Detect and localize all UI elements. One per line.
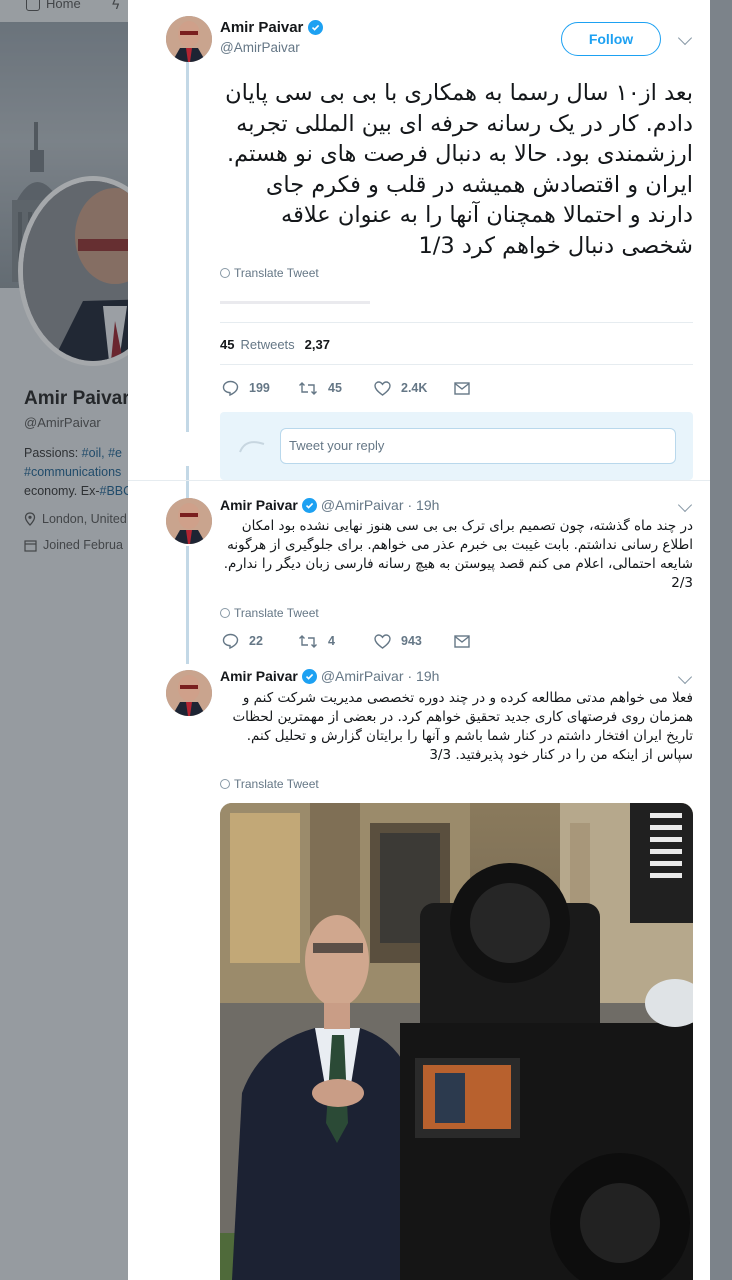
reply-button[interactable]: 199 [222, 380, 298, 396]
tweet-text: بعد از۱۰ سال رسما به همکاری با بی بی سی … [225, 80, 693, 259]
translate-tweet-link[interactable]: Translate Tweet [220, 266, 319, 280]
reply-button[interactable]: 22 [222, 633, 298, 649]
author-handle[interactable]: @AmirPaivar [220, 40, 300, 55]
main-tweet-actions: 199 45 2.4K [222, 380, 470, 396]
composer-avatar-icon [239, 441, 265, 453]
heart-icon [374, 633, 391, 649]
tweet-time[interactable]: · 19h [408, 668, 440, 684]
retweet-icon [299, 381, 317, 395]
retweet-button[interactable]: 45 [298, 381, 374, 396]
heart-icon [374, 380, 391, 396]
likes-count[interactable]: 2,37 [305, 337, 330, 352]
thread-connector [186, 546, 189, 664]
globe-icon [220, 608, 230, 618]
reply-icon [222, 380, 239, 396]
author-avatar[interactable] [166, 670, 212, 716]
author-avatar[interactable] [166, 498, 212, 544]
retweet-icon [299, 634, 317, 648]
author-name[interactable]: Amir Paivar [220, 19, 303, 36]
author-handle[interactable]: @AmirPaivar [321, 497, 404, 513]
thread-connector [186, 466, 189, 500]
envelope-icon [454, 634, 470, 648]
retweets-label[interactable]: Retweets [240, 337, 294, 352]
tweet-photo[interactable] [220, 803, 693, 1280]
tweet-detail-modal: Amir Paivar @AmirPaivar Follow بعد از۱۰ … [128, 0, 710, 1280]
chevron-down-icon[interactable] [677, 497, 693, 513]
reply-input[interactable]: Tweet your reply [280, 428, 676, 464]
tweet-time[interactable]: · 19h [408, 497, 440, 513]
divider [220, 322, 693, 323]
direct-message-button[interactable] [454, 381, 470, 395]
like-button[interactable]: 2.4K [374, 380, 454, 396]
direct-message-button[interactable] [454, 634, 470, 648]
chevron-down-icon[interactable] [677, 669, 693, 685]
follow-button[interactable]: Follow [561, 22, 661, 56]
author-avatar[interactable] [166, 16, 212, 62]
author-name[interactable]: Amir Paivar [220, 497, 298, 513]
author-name[interactable]: Amir Paivar [220, 668, 298, 684]
retweet-button[interactable]: 4 [298, 634, 374, 649]
chevron-down-icon[interactable] [677, 30, 693, 46]
reply-1-actions: 22 4 943 [222, 633, 470, 649]
like-button[interactable]: 943 [374, 633, 454, 649]
globe-icon [220, 779, 230, 789]
engagement-stats: 45 Retweets 2,37 [220, 337, 330, 352]
verified-icon [308, 20, 324, 35]
envelope-icon [454, 381, 470, 395]
tweet-header: Amir Paivar @AmirPaivar · 19h [220, 497, 439, 513]
tweet-text: فعلا می خواهم مدتی مطالعه کرده و در چند … [232, 690, 693, 763]
thread-connector [186, 62, 189, 432]
verified-icon [301, 668, 317, 684]
verified-icon [301, 497, 317, 513]
divider [220, 364, 693, 365]
faded-timestamp [220, 298, 480, 306]
tweet-header: Amir Paivar @AmirPaivar · 19h [220, 668, 439, 684]
reply-icon [222, 633, 239, 649]
translate-tweet-link[interactable]: Translate Tweet [220, 606, 319, 620]
divider [128, 480, 710, 481]
globe-icon [220, 268, 230, 278]
retweets-count[interactable]: 45 [220, 337, 234, 352]
tweet-text: در چند ماه گذشته، چون تصمیم برای ترک بی … [223, 518, 693, 591]
translate-tweet-link[interactable]: Translate Tweet [220, 777, 319, 791]
reply-composer: Tweet your reply [220, 412, 693, 480]
modal-backdrop-right[interactable] [710, 0, 732, 1280]
news-reporter-photo [220, 803, 693, 1280]
author-handle[interactable]: @AmirPaivar [321, 668, 404, 684]
